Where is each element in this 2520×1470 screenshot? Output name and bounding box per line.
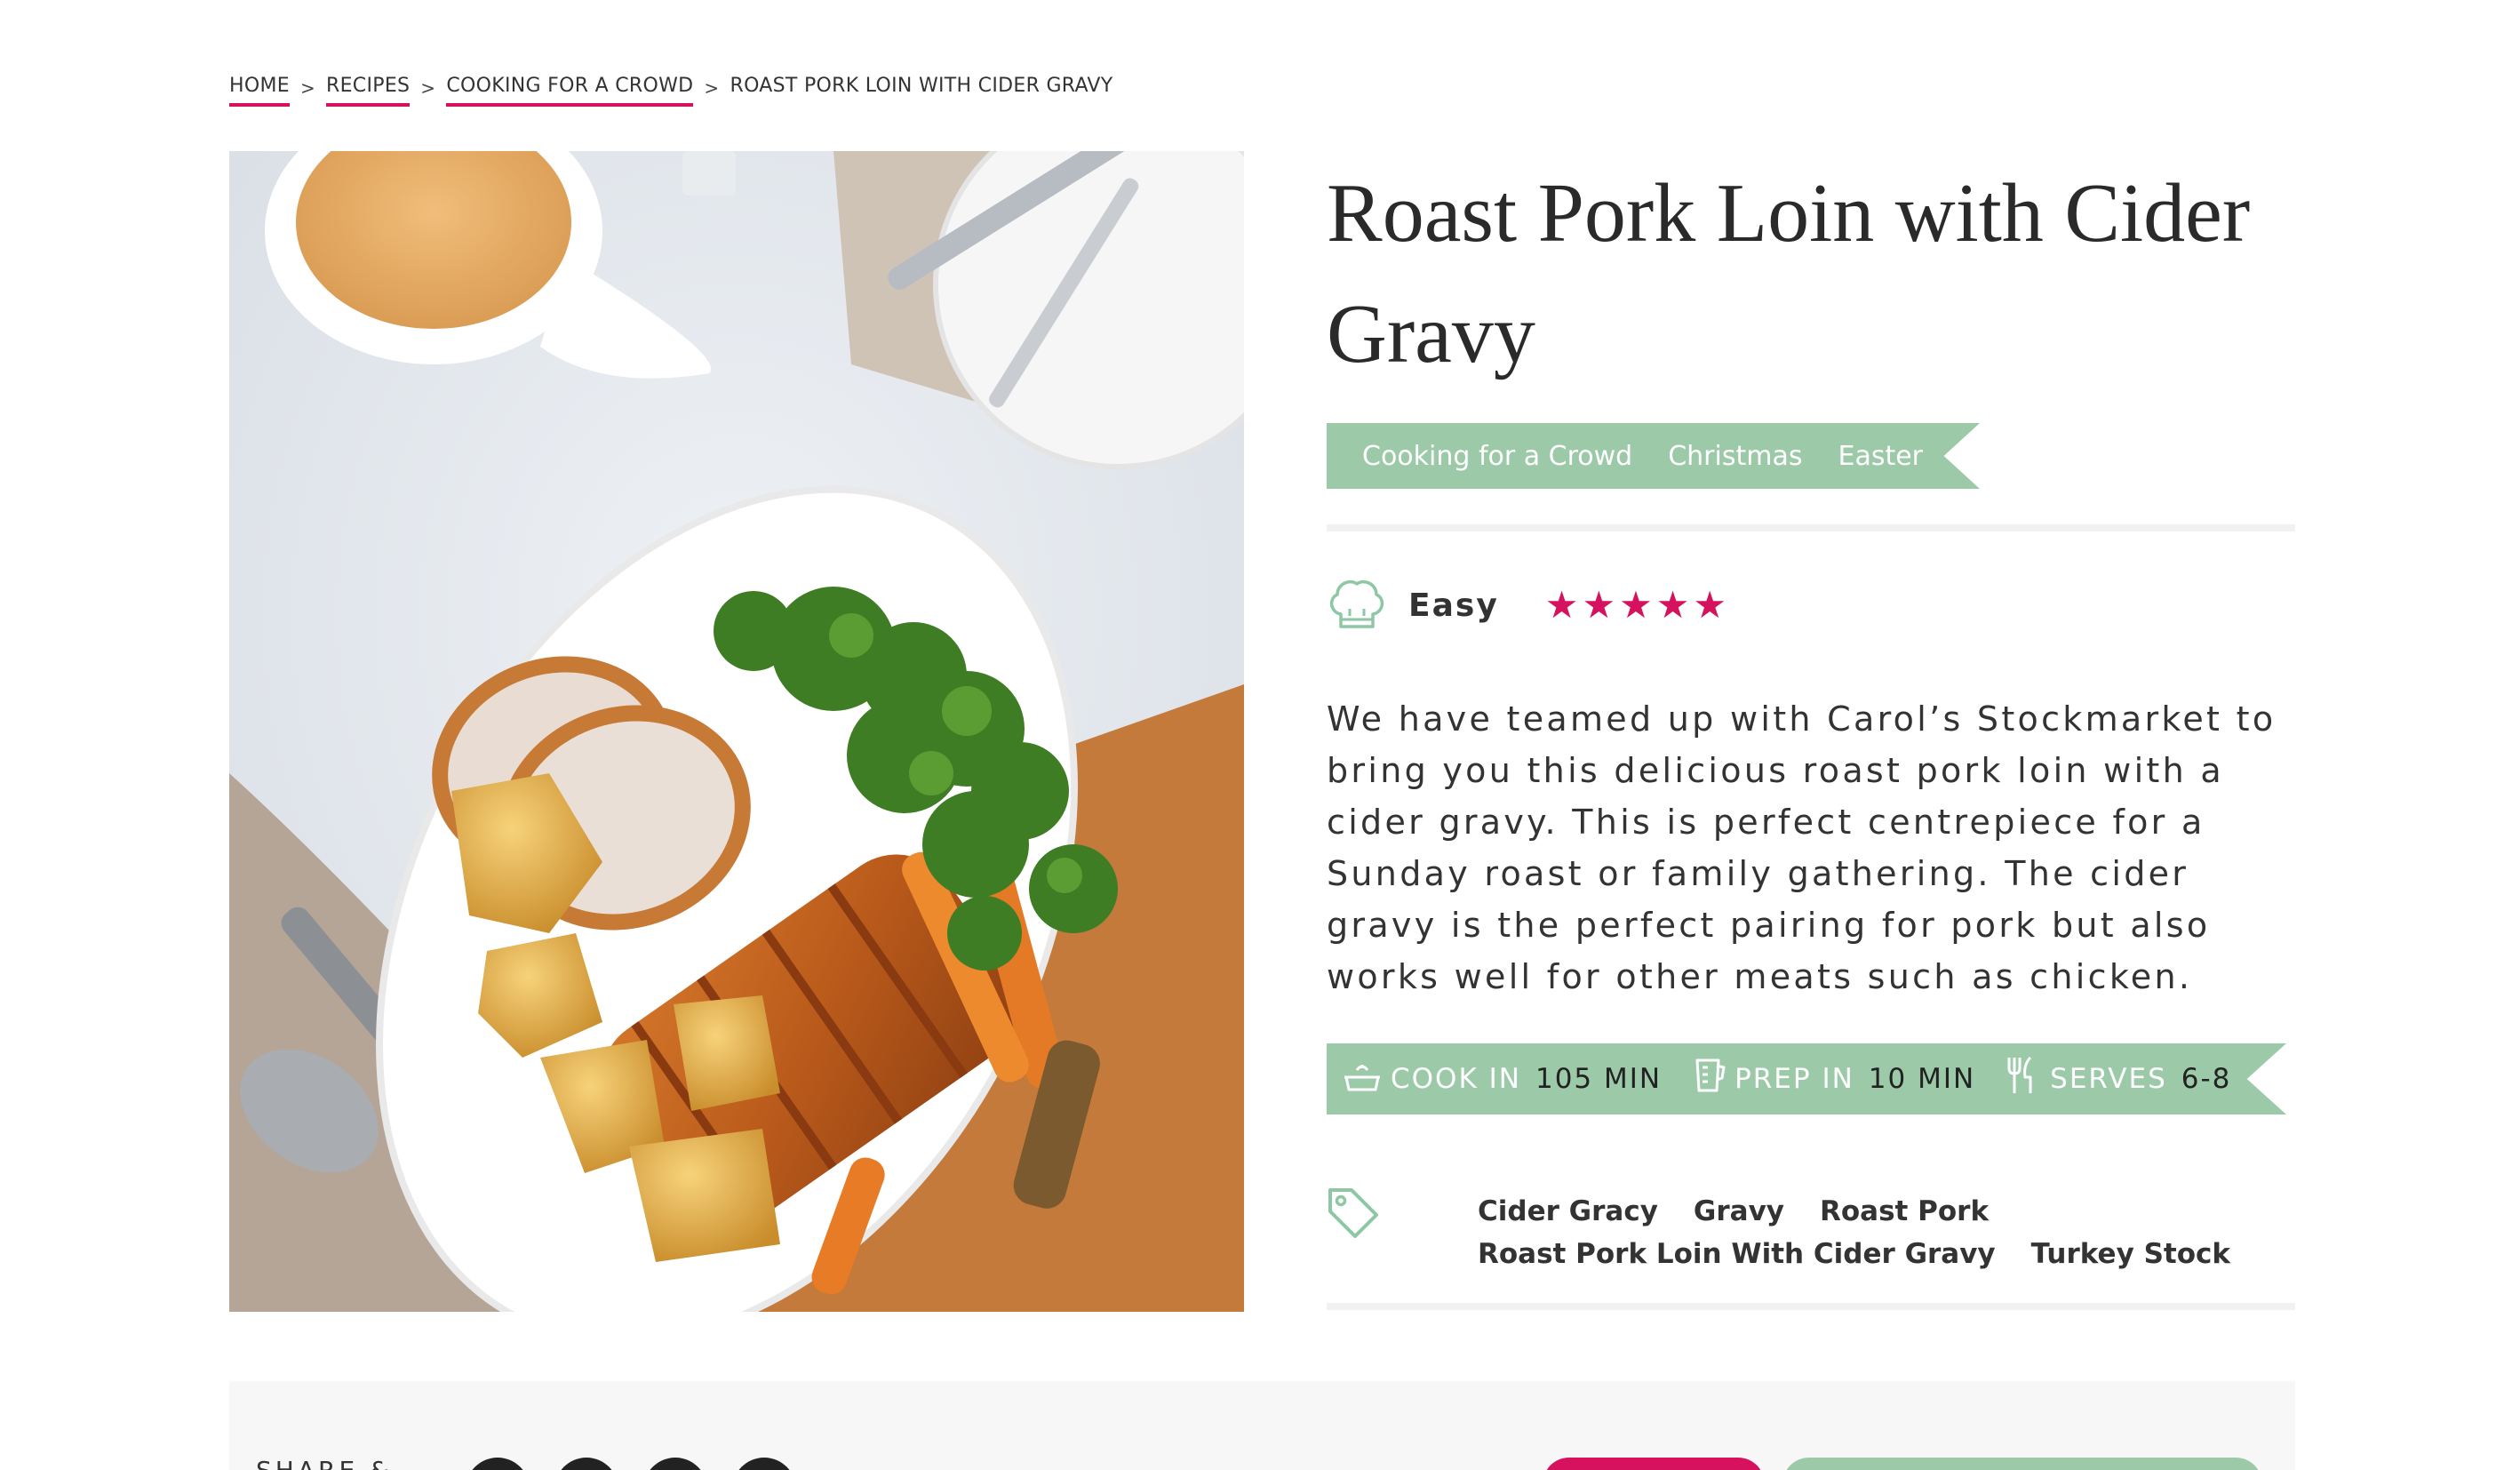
recipe-title: Roast Pork Loin with Cider Gravy: [1327, 167, 2251, 380]
difficulty-rating-row: Easy ★ ★ ★ ★ ★: [1327, 576, 1727, 635]
prep-time-label: PREP IN: [1734, 1063, 1854, 1095]
star-icon: ★: [1655, 584, 1690, 626]
recipe-tags: Cider Gracy Gravy Roast Pork Roast Pork …: [1327, 1182, 2295, 1298]
tag-link[interactable]: Gravy: [1694, 1193, 1784, 1230]
tag-list: Cider Gracy Gravy Roast Pork Roast Pork …: [1478, 1193, 2277, 1273]
star-icon: ★: [1582, 584, 1616, 626]
breadcrumb-separator: >: [420, 77, 436, 99]
recipe-hero-image: [229, 151, 1244, 1312]
breadcrumb-separator: >: [299, 77, 316, 99]
tag-link[interactable]: Roast Pork: [1820, 1193, 1989, 1230]
roast-pork-loin-platter-illustration: [229, 151, 1244, 1312]
section-divider: [1327, 1303, 2295, 1310]
action-button[interactable]: [1782, 1458, 2262, 1470]
star-icon: ★: [1544, 584, 1579, 626]
star-rating: ★ ★ ★ ★ ★: [1545, 587, 1727, 624]
share-label: SHARE &: [256, 1456, 393, 1470]
cooking-pot-icon: [1343, 1058, 1382, 1100]
recipe-description: We have teamed up with Carol’s Stockmark…: [1327, 699, 2277, 996]
social-share-button[interactable]: [554, 1458, 618, 1470]
social-share-button[interactable]: [732, 1458, 796, 1470]
breadcrumb: HOME > RECIPES > COOKING FOR A CROWD > R…: [229, 75, 1113, 107]
category-link[interactable]: Christmas: [1668, 441, 1802, 472]
social-share-button[interactable]: [466, 1458, 530, 1470]
share-bar: SHARE &: [229, 1381, 2295, 1470]
breadcrumb-separator: >: [704, 77, 720, 99]
tag-icon: [1327, 1186, 1380, 1244]
star-icon: ★: [1693, 584, 1727, 626]
breadcrumb-current-page: ROAST PORK LOIN WITH CIDER GRAVY: [730, 75, 1113, 97]
star-icon: ★: [1619, 584, 1653, 626]
breadcrumb-recipes-link[interactable]: RECIPES: [326, 75, 411, 107]
recipe-info-ribbon: COOK IN 105 MIN PREP IN 10 MIN SERVES 6-…: [1327, 1043, 2286, 1114]
category-ribbon: Cooking for a Crowd Christmas Easter: [1327, 423, 1980, 489]
breadcrumb-category-link[interactable]: COOKING FOR A CROWD: [446, 75, 694, 107]
breadcrumb-home-link[interactable]: HOME: [229, 75, 290, 107]
prep-time: PREP IN 10 MIN: [1690, 1057, 1975, 1101]
action-button[interactable]: [1543, 1458, 1765, 1470]
tag-link[interactable]: Turkey Stock: [2031, 1235, 2230, 1273]
cook-time: COOK IN 105 MIN: [1343, 1058, 1662, 1100]
cutlery-icon: [2004, 1056, 2041, 1102]
section-divider: [1327, 524, 2295, 531]
difficulty-label: Easy: [1408, 587, 1499, 624]
tag-link[interactable]: Cider Gracy: [1478, 1193, 1658, 1230]
servings-value: 6-8: [2181, 1063, 2232, 1095]
chef-hat-icon: [1327, 575, 1387, 636]
cook-time-label: COOK IN: [1391, 1063, 1521, 1095]
prep-time-value: 10 MIN: [1868, 1063, 1976, 1095]
tag-link[interactable]: Roast Pork Loin With Cider Gravy: [1478, 1235, 1996, 1273]
category-link[interactable]: Easter: [1838, 441, 1923, 472]
servings-label: SERVES: [2050, 1063, 2167, 1095]
cook-time-value: 105 MIN: [1535, 1063, 1663, 1095]
category-link[interactable]: Cooking for a Crowd: [1362, 441, 1632, 472]
measuring-jug-icon: [1690, 1057, 1726, 1101]
servings: SERVES 6-8: [2004, 1056, 2231, 1102]
social-share-button[interactable]: [643, 1458, 707, 1470]
